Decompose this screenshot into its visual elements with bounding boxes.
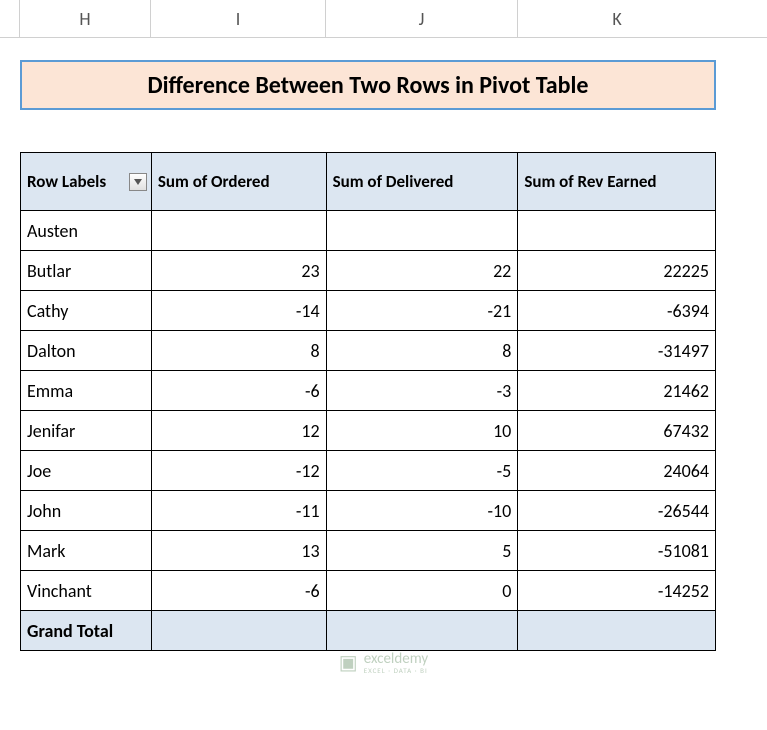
empty-row	[0, 112, 767, 152]
cell-ordered[interactable]: 13	[151, 531, 326, 571]
row-labels-header[interactable]: Row Labels	[21, 153, 152, 211]
col-header-I[interactable]: I	[151, 0, 326, 37]
row-label[interactable]: Vinchant	[21, 571, 152, 611]
cell-delivered[interactable]: -5	[326, 451, 518, 491]
col-header-delivered[interactable]: Sum of Delivered	[326, 153, 518, 211]
row-label[interactable]: Mark	[21, 531, 152, 571]
cell-ordered[interactable]: 12	[151, 411, 326, 451]
cell-rev[interactable]: -14252	[518, 571, 716, 611]
cell-ordered[interactable]: -12	[151, 451, 326, 491]
grand-total-label[interactable]: Grand Total	[21, 611, 152, 651]
cell-rev[interactable]: 24064	[518, 451, 716, 491]
row-labels-dropdown-button[interactable]	[129, 173, 147, 191]
cell-ordered[interactable]: 8	[151, 331, 326, 371]
cell-ordered[interactable]: -6	[151, 371, 326, 411]
column-header-row: H I J K	[0, 0, 767, 38]
row-label[interactable]: John	[21, 491, 152, 531]
cell-delivered[interactable]: -3	[326, 371, 518, 411]
pivot-body: AustenButlar232222225Cathy-14-21-6394Dal…	[21, 211, 716, 611]
row-label[interactable]: Butlar	[21, 251, 152, 291]
chevron-down-icon	[134, 179, 142, 185]
row-label[interactable]: Dalton	[21, 331, 152, 371]
table-row: Emma-6-321462	[21, 371, 716, 411]
table-row: Butlar232222225	[21, 251, 716, 291]
watermark-main: exceldemy	[364, 652, 428, 667]
cell-delivered[interactable]: 0	[326, 571, 518, 611]
table-row: Dalton88-31497	[21, 331, 716, 371]
cell-delivered[interactable]: 8	[326, 331, 518, 371]
watermark: ▣ exceldemy EXCEL · DATA · BI	[339, 650, 428, 675]
row-label[interactable]: Austen	[21, 211, 152, 251]
cell-rev[interactable]: -31497	[518, 331, 716, 371]
watermark-sub: EXCEL · DATA · BI	[364, 667, 428, 674]
row-label[interactable]: Joe	[21, 451, 152, 491]
cell-ordered[interactable]: -6	[151, 571, 326, 611]
cell-rev[interactable]: -51081	[518, 531, 716, 571]
table-row: Jenifar121067432	[21, 411, 716, 451]
col-header-rev[interactable]: Sum of Rev Earned	[518, 153, 716, 211]
table-row: Joe-12-524064	[21, 451, 716, 491]
cell-ordered[interactable]: -11	[151, 491, 326, 531]
cell-rev[interactable]: 21462	[518, 371, 716, 411]
table-row: Vinchant-60-14252	[21, 571, 716, 611]
cell-delivered[interactable]: 10	[326, 411, 518, 451]
watermark-text: exceldemy EXCEL · DATA · BI	[364, 652, 428, 674]
empty-row	[0, 38, 767, 58]
cell-ordered[interactable]	[151, 211, 326, 251]
table-row: John-11-10-26544	[21, 491, 716, 531]
watermark-icon: ▣	[339, 650, 358, 675]
cell-rev[interactable]: -6394	[518, 291, 716, 331]
cell-ordered[interactable]: -14	[151, 291, 326, 331]
col-header-H[interactable]: H	[20, 0, 151, 37]
table-row: Austen	[21, 211, 716, 251]
cell-delivered[interactable]: 22	[326, 251, 518, 291]
row-label[interactable]: Jenifar	[21, 411, 152, 451]
cell-ordered[interactable]: 23	[151, 251, 326, 291]
table-row: Cathy-14-21-6394	[21, 291, 716, 331]
row-labels-text: Row Labels	[27, 171, 106, 192]
grand-total-delivered[interactable]	[326, 611, 518, 651]
col-header-spacer	[0, 0, 20, 37]
cell-delivered[interactable]: -10	[326, 491, 518, 531]
title-row: Difference Between Two Rows in Pivot Tab…	[0, 58, 767, 112]
cell-delivered[interactable]	[326, 211, 518, 251]
grand-total-ordered[interactable]	[151, 611, 326, 651]
cell-rev[interactable]: 67432	[518, 411, 716, 451]
col-header-J[interactable]: J	[326, 0, 518, 37]
pivot-table: Row Labels Sum of Ordered Sum of Deliver…	[20, 152, 716, 651]
cell-rev[interactable]: -26544	[518, 491, 716, 531]
row-label[interactable]: Cathy	[21, 291, 152, 331]
table-row: Mark135-51081	[21, 531, 716, 571]
col-header-K[interactable]: K	[518, 0, 716, 37]
col-header-ordered[interactable]: Sum of Ordered	[151, 153, 326, 211]
cell-rev[interactable]: 22225	[518, 251, 716, 291]
page-title: Difference Between Two Rows in Pivot Tab…	[20, 60, 716, 110]
cell-rev[interactable]	[518, 211, 716, 251]
cell-delivered[interactable]: -21	[326, 291, 518, 331]
pivot-header-row: Row Labels Sum of Ordered Sum of Deliver…	[21, 153, 716, 211]
cell-delivered[interactable]: 5	[326, 531, 518, 571]
grand-total-rev[interactable]	[518, 611, 716, 651]
row-label[interactable]: Emma	[21, 371, 152, 411]
grand-total-row: Grand Total	[21, 611, 716, 651]
